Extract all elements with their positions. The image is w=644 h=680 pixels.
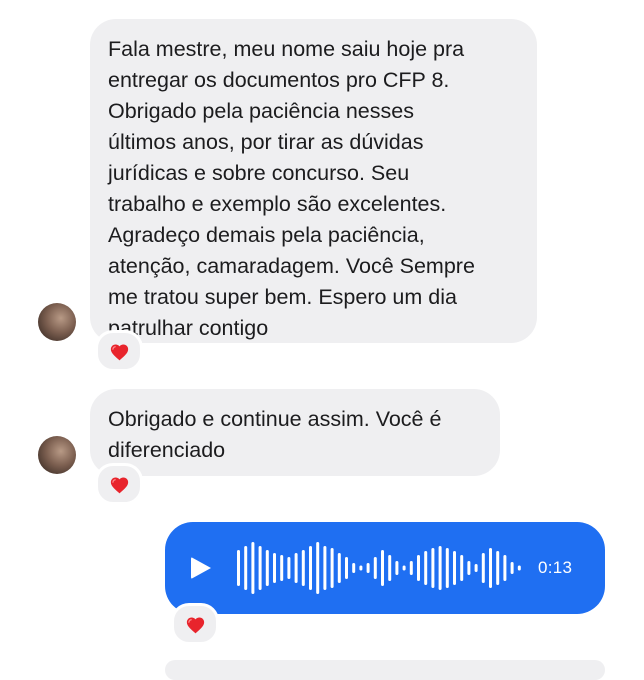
waveform-bar	[474, 564, 478, 572]
heart-reaction[interactable]	[95, 330, 143, 372]
waveform-bar	[467, 561, 471, 575]
next-message-bubble-edge	[165, 660, 605, 680]
waveform-bar	[294, 553, 298, 583]
waveform-bar	[265, 550, 269, 586]
waveform-bar	[280, 555, 284, 581]
waveform-bar	[431, 548, 435, 588]
waveform-bar	[237, 550, 240, 586]
waveform-bar	[517, 565, 521, 571]
heart-reaction[interactable]	[95, 463, 143, 505]
incoming-message-bubble[interactable]: Fala mestre, meu nome saiu hoje pra entr…	[90, 19, 537, 343]
sender-avatar[interactable]	[38, 303, 76, 341]
message-line: jurídicas e sobre concurso. Seu	[108, 161, 410, 185]
waveform-icon[interactable]	[235, 538, 525, 598]
waveform-bar	[258, 546, 262, 590]
waveform-bar	[481, 553, 485, 583]
message-line: me tratou super bem. Espero um dia	[108, 285, 457, 309]
waveform-bar	[503, 555, 507, 581]
waveform-bar	[345, 557, 348, 579]
message-line: últimos anos, por tirar as dúvidas	[108, 130, 424, 154]
waveform-bar	[438, 546, 442, 590]
waveform-bar	[489, 548, 492, 588]
waveform-bar	[301, 550, 305, 586]
message-line: trabalho e exemplo são excelentes.	[108, 192, 447, 216]
heart-icon	[186, 617, 204, 633]
waveform-bar	[453, 551, 456, 585]
waveform-bar	[309, 546, 312, 590]
waveform-bar	[424, 551, 428, 585]
message-line: entregar os documentos pro CFP 8.	[108, 68, 450, 92]
waveform-bar	[251, 542, 255, 594]
message-line: Obrigado e continue assim. Você é	[108, 407, 442, 431]
waveform-bar	[460, 555, 464, 581]
sender-avatar[interactable]	[38, 436, 76, 474]
waveform-bar	[337, 553, 341, 583]
waveform-bar	[323, 546, 327, 590]
message-line: Fala mestre, meu nome saiu hoje pra	[108, 37, 465, 61]
waveform-bar	[395, 561, 399, 575]
waveform-bar	[445, 548, 449, 588]
waveform-bar	[496, 551, 500, 585]
heart-reaction[interactable]	[171, 603, 219, 645]
message-line: Agradeço demais pela paciência,	[108, 223, 425, 247]
waveform-bar	[316, 542, 320, 594]
waveform-bar	[352, 563, 356, 573]
waveform-bar	[287, 557, 291, 579]
voice-duration: 0:13	[538, 558, 573, 577]
waveform-bar	[388, 555, 392, 581]
waveform-bar	[373, 557, 377, 579]
message-line: diferenciado	[108, 438, 226, 462]
message-line: atenção, camaradagem. Você Sempre	[108, 254, 475, 278]
waveform-bar	[417, 555, 420, 581]
waveform-bar	[402, 565, 406, 571]
waveform-bar	[366, 563, 370, 573]
outgoing-voice-message[interactable]: 0:13	[165, 522, 605, 614]
waveform-bar	[244, 546, 248, 590]
waveform-bar	[273, 553, 276, 583]
message-line: Obrigado pela paciência nesses	[108, 99, 414, 123]
heart-icon	[110, 477, 128, 493]
waveform-bar	[409, 561, 413, 575]
incoming-message-bubble[interactable]: Obrigado e continue assim. Você é difere…	[90, 389, 500, 476]
play-icon[interactable]	[191, 557, 211, 579]
waveform-bar	[381, 550, 384, 586]
message-line: patrulhar contigo	[108, 316, 269, 340]
waveform-bar	[330, 548, 334, 588]
waveform-bar	[359, 565, 363, 571]
heart-icon	[110, 344, 128, 360]
waveform-bar	[510, 562, 514, 574]
